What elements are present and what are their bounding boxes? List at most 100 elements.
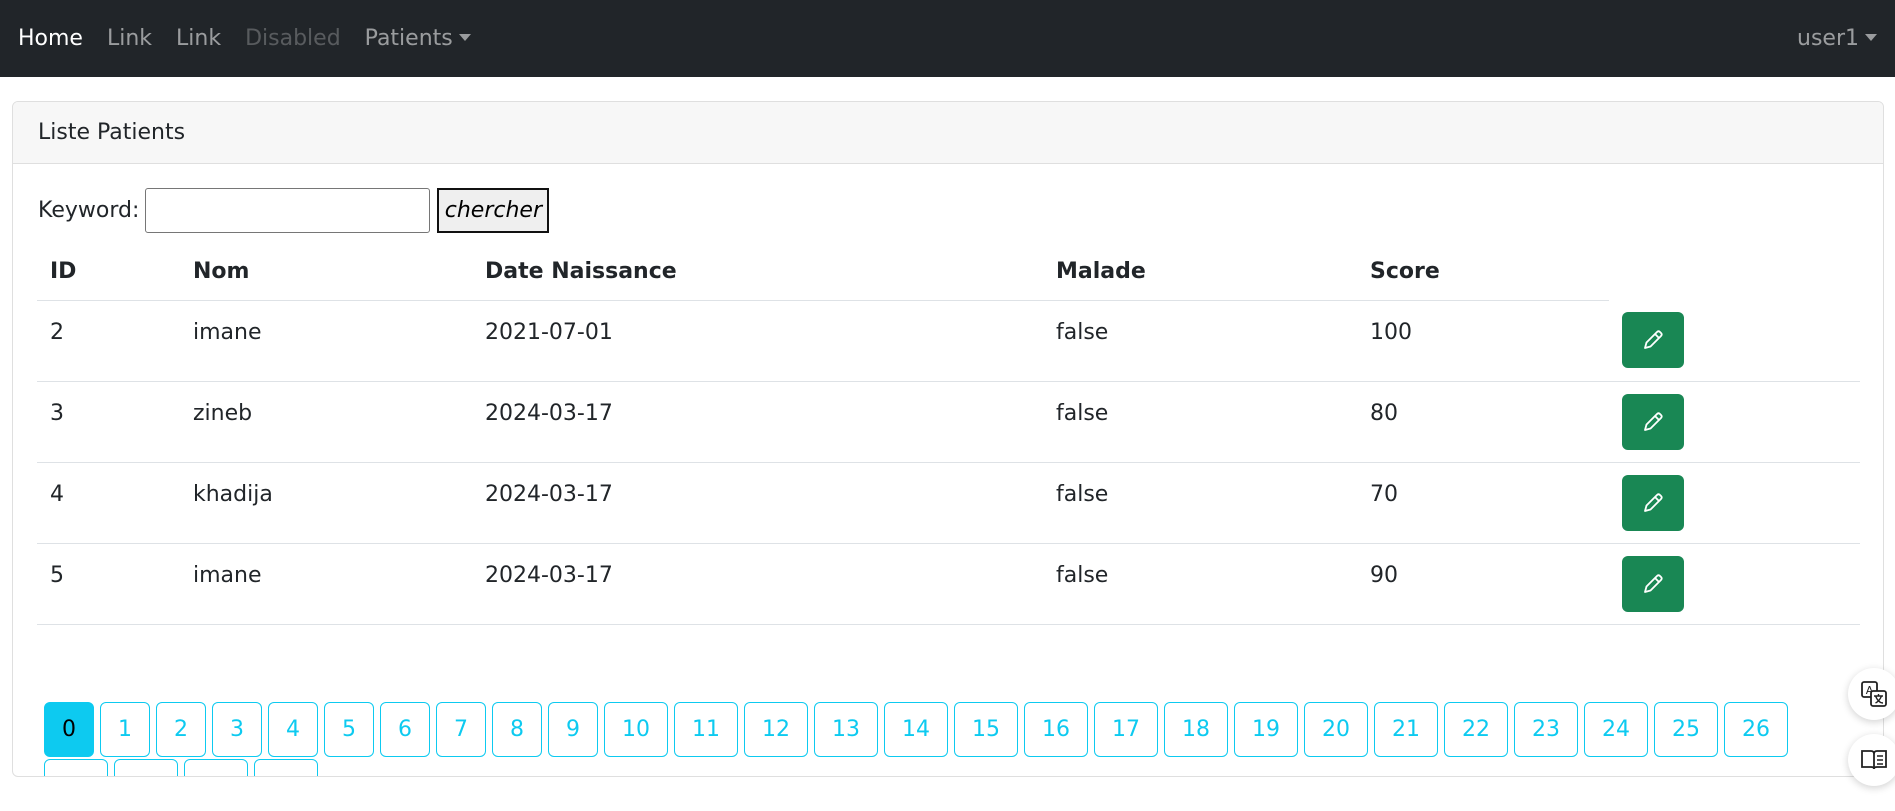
cell-score-text: 100 [1370, 320, 1412, 345]
cell-nom-text: imane [193, 563, 262, 588]
edit-button[interactable] [1622, 474, 1684, 531]
nav-link-2[interactable]: Link [176, 26, 221, 51]
page-button[interactable]: 13 [814, 702, 878, 757]
user-name-label: user1 [1797, 26, 1859, 51]
column-header-actions [1609, 244, 1860, 300]
top-navbar: Home Link Link Disabled Patients user1 [0, 0, 1895, 77]
cell-malade: false [1043, 300, 1357, 382]
page-button[interactable]: 29 [184, 759, 248, 776]
page-button[interactable]: 7 [436, 702, 486, 757]
column-header-id: ID [37, 244, 180, 301]
cell-score: 90 [1357, 543, 1609, 625]
chevron-down-icon [458, 33, 471, 41]
cell-date-naissance: 2024-03-17 [472, 462, 1043, 544]
page-button[interactable]: 19 [1234, 702, 1298, 757]
cell-nom: khadija [180, 462, 472, 544]
cell-score: 70 [1357, 462, 1609, 544]
page-button[interactable]: 9 [548, 702, 598, 757]
cell-actions [1609, 543, 1860, 625]
edit-button[interactable] [1622, 555, 1684, 612]
page-button[interactable]: 0 [44, 702, 94, 757]
page-button[interactable]: 15 [954, 702, 1018, 757]
table-row: 4 khadija 2024-03-17 false 70 [37, 462, 1860, 544]
search-form: Keyword: chercher [38, 188, 550, 233]
page-button[interactable]: 14 [884, 702, 948, 757]
cell-id: 4 [37, 462, 180, 544]
page-button[interactable]: 23 [1514, 702, 1578, 757]
cell-id: 5 [37, 543, 180, 625]
cell-score: 100 [1357, 300, 1609, 382]
table-body: 2 imane 2021-07-01 false 100 3 zineb 2024-03-17… [37, 300, 1860, 625]
cell-id: 2 [37, 300, 180, 382]
cell-malade-text: false [1056, 482, 1109, 507]
chevron-down-icon [1865, 33, 1877, 41]
page-button[interactable]: 16 [1024, 702, 1088, 757]
cell-id-text: 3 [50, 401, 64, 426]
cell-id: 3 [37, 381, 180, 463]
cell-nom-text: khadija [193, 482, 273, 507]
cell-date-naissance: 2024-03-17 [472, 543, 1043, 625]
cell-date-naissance: 2021-07-01 [472, 300, 1043, 382]
cell-date-naissance-text: 2021-07-01 [485, 320, 613, 345]
column-header-nom: Nom [180, 244, 472, 301]
cell-malade-text: false [1056, 320, 1109, 345]
edit-button[interactable] [1622, 312, 1684, 369]
cell-score-text: 80 [1370, 401, 1398, 426]
pagination: 0 1 2 3 4 5 6 7 8 9 10 11 12 13 14 15 16 17 18 19 20 21 22 23 24… [44, 702, 1824, 776]
page-button[interactable]: 24 [1584, 702, 1648, 757]
page-button[interactable]: 28 [114, 759, 178, 776]
page-button[interactable]: 12 [744, 702, 808, 757]
page-button[interactable]: 27 [44, 759, 108, 776]
translate-button[interactable]: A [1848, 668, 1895, 720]
page-button[interactable]: 6 [380, 702, 430, 757]
cell-malade-text: false [1056, 563, 1109, 588]
table-row: 5 imane 2024-03-17 false 90 [37, 543, 1860, 625]
page-button[interactable]: 20 [1304, 702, 1368, 757]
column-header-score: Score [1357, 244, 1609, 301]
cell-date-naissance: 2024-03-17 [472, 381, 1043, 463]
page-button[interactable]: 17 [1094, 702, 1158, 757]
nav-patients-dropdown[interactable]: Patients [365, 26, 471, 51]
pencil-icon [1644, 492, 1663, 512]
cell-id-text: 4 [50, 482, 64, 507]
user-menu-dropdown[interactable]: user1 [1797, 26, 1877, 51]
page-button[interactable]: 25 [1654, 702, 1718, 757]
edit-button[interactable] [1622, 393, 1684, 450]
nav-patients-label: Patients [364, 26, 453, 51]
cell-malade-text: false [1056, 401, 1109, 426]
cell-score-text: 90 [1370, 563, 1398, 588]
page-button[interactable]: 26 [1724, 702, 1788, 757]
search-button[interactable]: chercher [437, 188, 550, 233]
table-header-row: ID Nom Date Naissance Malade Score [37, 244, 1860, 301]
page-button[interactable]: 8 [492, 702, 542, 757]
page-button[interactable]: 10 [604, 702, 668, 757]
page-button[interactable]: 2 [156, 702, 206, 757]
nav-home-link[interactable]: Home [18, 26, 83, 51]
pencil-icon [1644, 573, 1663, 593]
keyword-input[interactable] [145, 188, 431, 233]
page-button[interactable]: 4 [268, 702, 318, 757]
patients-table: ID Nom Date Naissance Malade Score 2 iman… [37, 244, 1860, 625]
nav-disabled-link: Disabled [245, 26, 341, 51]
page-button[interactable]: 18 [1164, 702, 1228, 757]
nav-link-1[interactable]: Link [107, 26, 152, 51]
page-button[interactable]: 5 [324, 702, 374, 757]
page-button[interactable]: 21 [1374, 702, 1438, 757]
reader-mode-button[interactable] [1848, 734, 1895, 786]
cell-nom: imane [180, 543, 472, 625]
patients-card: Liste Patients Keyword: chercher ID Nom … [12, 101, 1884, 777]
pencil-icon [1644, 411, 1663, 431]
page-button[interactable]: 1 [100, 702, 150, 757]
book-icon [1861, 750, 1887, 770]
cell-actions [1609, 300, 1860, 382]
cell-date-naissance-text: 2024-03-17 [485, 401, 613, 426]
card-title: Liste Patients [13, 102, 1883, 164]
page-button[interactable]: 22 [1444, 702, 1508, 757]
column-header-date-naissance: Date Naissance [472, 244, 1043, 301]
keyword-label: Keyword: [38, 198, 140, 223]
column-header-malade: Malade [1043, 244, 1357, 301]
cell-nom-text: imane [193, 320, 262, 345]
page-button[interactable]: 30 [254, 759, 318, 776]
page-button[interactable]: 3 [212, 702, 262, 757]
page-button[interactable]: 11 [674, 702, 738, 757]
